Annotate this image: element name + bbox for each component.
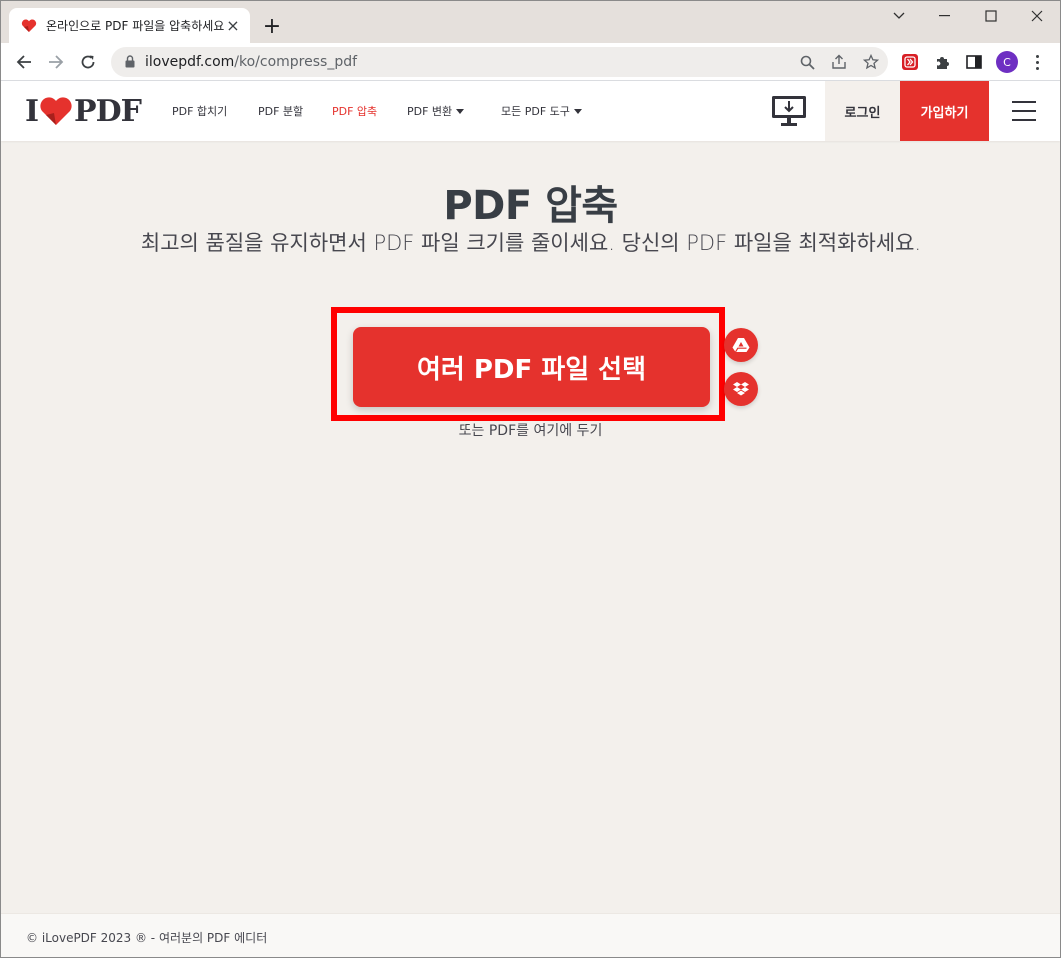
logo-letter-i: I — [25, 93, 39, 129]
share-icon[interactable] — [829, 52, 849, 72]
nav-all-tools-label: 모든 PDF 도구 — [501, 105, 570, 118]
url-host: ilovepdf.com — [145, 54, 235, 70]
nav-merge-pdf[interactable]: PDF 합치기 — [172, 103, 227, 119]
tab-title: 온라인으로 PDF 파일을 압축하세요 — [46, 19, 224, 33]
bookmark-star-icon[interactable] — [861, 52, 881, 72]
nav-split-label: PDF 분할 — [258, 105, 304, 118]
desktop-download-icon[interactable] — [771, 95, 807, 127]
login-button[interactable]: 로그인 — [825, 81, 900, 141]
zoom-search-icon[interactable] — [797, 52, 817, 72]
select-pdf-files-button[interactable]: 여러 PDF 파일 선택 — [353, 327, 710, 407]
dropbox-icon[interactable] — [724, 372, 758, 406]
new-tab-button[interactable]: + — [259, 13, 285, 39]
browser-toolbar: ilovepdf.com/ko/compress_pdf C — [1, 43, 1060, 81]
page-title: PDF 압축 — [443, 183, 618, 229]
url-path: /ko/compress_pdf — [234, 54, 358, 70]
caret-down-icon — [573, 108, 582, 114]
ilovepdf-favicon-icon — [21, 18, 37, 34]
site-footer: © iLovePDF 2023 ® - 여러분의 PDF 에디터 — [1, 913, 1060, 957]
ilovepdf-logo[interactable]: I PDF — [25, 93, 142, 129]
signup-button[interactable]: 가입하기 — [900, 81, 989, 141]
nav-compress-pdf[interactable]: PDF 압축 — [332, 103, 377, 119]
nav-convert-pdf[interactable]: PDF 변환 — [407, 103, 465, 119]
back-arrow-icon[interactable] — [10, 48, 38, 76]
tab-close-icon[interactable]: × — [224, 16, 242, 35]
address-bar[interactable]: ilovepdf.com/ko/compress_pdf — [111, 47, 888, 77]
browser-menu-icon[interactable] — [1026, 51, 1048, 73]
nav-split-pdf[interactable]: PDF 분할 — [258, 103, 303, 119]
close-window-icon[interactable] — [1014, 3, 1060, 29]
page-subtitle: 최고의 품질을 유지하면서 PDF 파일 크기를 줄이세요. 당신의 PDF 파… — [140, 231, 922, 255]
footer-copyright: © iLovePDF 2023 ® - 여러분의 PDF 에디터 — [26, 931, 268, 945]
caret-down-icon — [456, 108, 465, 114]
tab-search-chevron-icon[interactable] — [876, 3, 922, 29]
side-panel-icon[interactable] — [964, 52, 984, 72]
site-header: I PDF PDF 합치기 PDF 분할 PDF 압축 PDF 변환 모든 PD… — [1, 81, 1060, 141]
nav-all-tools[interactable]: 모든 PDF 도구 — [501, 103, 582, 119]
url-text: ilovepdf.com/ko/compress_pdf — [145, 54, 357, 70]
browser-tab[interactable]: 온라인으로 PDF 파일을 압축하세요 × — [9, 8, 250, 43]
minimize-icon[interactable] — [922, 3, 968, 29]
nav-convert-label: PDF 변환 — [407, 105, 453, 118]
tab-strip: 온라인으로 PDF 파일을 압축하세요 × + — [1, 1, 1060, 43]
logo-text-pdf: PDF — [74, 93, 142, 129]
nav-compress-label: PDF 압축 — [332, 105, 378, 118]
nav-merge-label: PDF 합치기 — [172, 105, 228, 118]
lock-icon — [125, 53, 135, 72]
extensions-puzzle-icon[interactable] — [932, 52, 952, 72]
google-drive-icon[interactable] — [724, 328, 758, 362]
profile-avatar[interactable]: C — [996, 51, 1018, 73]
hamburger-menu-icon[interactable] — [1012, 100, 1038, 122]
drop-hint-text: 또는 PDF를 여기에 두기 — [458, 423, 603, 439]
reload-icon[interactable] — [74, 48, 102, 76]
maximize-icon[interactable] — [968, 3, 1014, 29]
browser-window: 온라인으로 PDF 파일을 압축하세요 × + ilovepdf.com/ko/… — [0, 0, 1061, 958]
forward-arrow-icon[interactable] — [42, 48, 70, 76]
extension-red-icon[interactable] — [900, 52, 920, 72]
logo-heart-icon — [39, 96, 73, 126]
